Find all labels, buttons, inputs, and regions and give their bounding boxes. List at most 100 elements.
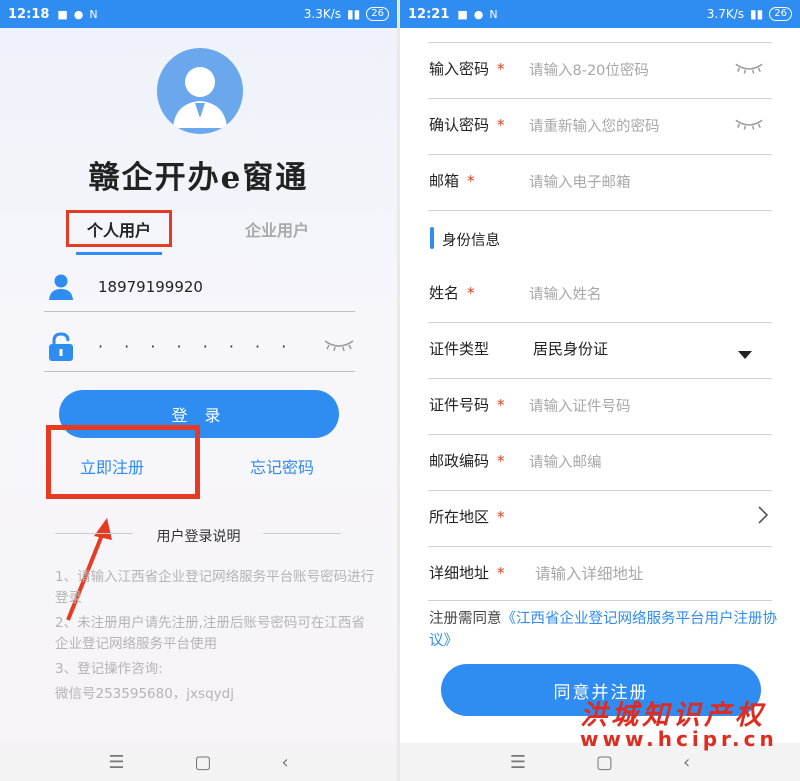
id-type-label: 证件类型 <box>429 340 490 358</box>
system-nav-bar: ☰ ▢ ‹ <box>0 743 397 781</box>
required-mark: * <box>497 452 505 470</box>
n-icon: N <box>489 7 498 21</box>
row-divider <box>428 434 772 435</box>
battery-icon: 26 <box>769 7 792 21</box>
eye-closed-icon[interactable] <box>323 337 355 356</box>
note-2: 2、未注册用户请先注册,注册后账号密码可在江西省企业登记网络服务平台使用 <box>55 615 365 652</box>
status-bar: 12:21 ■ ● N 3.7K/s ▮▮ 26 <box>400 0 800 28</box>
section-divider-right <box>263 533 341 534</box>
password-field[interactable]: · · · · · · · · <box>44 322 355 372</box>
phone-field[interactable]: 18979199920 <box>44 262 355 312</box>
row-divider <box>428 490 772 491</box>
note-3: 3、登记操作咨询: <box>55 661 163 677</box>
menu-icon[interactable]: ☰ <box>510 752 526 773</box>
region-label: 所在地区 * <box>429 506 505 527</box>
back-icon[interactable]: ‹ <box>683 752 690 773</box>
menu-icon[interactable]: ☰ <box>108 752 124 773</box>
eye-closed-icon[interactable] <box>734 60 764 79</box>
tab-personal-user[interactable]: 个人用户 <box>66 210 172 247</box>
password-input[interactable]: 请输入8-20位密码 <box>529 59 649 80</box>
tab-personal-label: 个人用户 <box>86 220 151 240</box>
tab-enterprise-user[interactable]: 企业用户 <box>245 217 309 241</box>
home-icon[interactable]: ▢ <box>596 752 613 773</box>
phone-input[interactable]: 18979199920 <box>98 278 203 296</box>
password-label: 输入密码 * <box>429 58 505 79</box>
row-divider <box>428 42 772 43</box>
n-icon: N <box>89 7 98 21</box>
id-number-input[interactable]: 请输入证件号码 <box>529 395 631 416</box>
network-speed: 3.7K/s <box>706 7 745 21</box>
label-text: 输入密码 <box>429 60 490 78</box>
app-icon: ● <box>73 7 84 21</box>
label-text: 证件号码 <box>429 396 490 414</box>
status-right: 3.7K/s ▮▮ 26 <box>707 7 792 21</box>
battery-icon: 26 <box>366 7 389 21</box>
email-label: 邮箱 * <box>429 170 475 191</box>
note-4: 微信号253595680，jxsqydj <box>55 686 234 702</box>
eye-closed-icon[interactable] <box>734 116 764 135</box>
row-divider <box>428 154 772 155</box>
required-mark: * <box>497 396 505 414</box>
status-right: 3.3K/s ▮▮ 26 <box>304 7 389 21</box>
label-text: 姓名 <box>429 284 460 302</box>
postcode-input[interactable]: 请输入邮编 <box>529 451 602 472</box>
login-instructions: 1、请输入江西省企业登记网络服务平台账号密码进行登录 2、未注册用户请先注册,注… <box>55 567 375 709</box>
user-icon <box>44 270 78 304</box>
lock-icon <box>44 330 78 364</box>
network-speed: 3.3K/s <box>303 7 342 21</box>
row-divider <box>428 210 772 211</box>
dropdown-arrow-icon[interactable] <box>738 344 752 363</box>
login-instructions-title: 用户登录说明 <box>156 529 241 545</box>
password-input[interactable]: · · · · · · · · <box>98 337 294 356</box>
label-text: 确认密码 <box>429 116 490 134</box>
home-icon[interactable]: ▢ <box>194 752 211 773</box>
app-icon: ● <box>473 7 484 21</box>
name-label: 姓名 * <box>429 282 475 303</box>
login-screen: 12:18 ■ ● N 3.3K/s ▮▮ 26 赣企开办e窗通 个人用户 企业… <box>0 0 397 781</box>
row-divider <box>428 98 772 99</box>
signal-icon: ▮▮ <box>347 7 361 21</box>
register-link[interactable]: 立即注册 <box>80 454 144 478</box>
status-bar: 12:18 ■ ● N 3.3K/s ▮▮ 26 <box>0 0 397 28</box>
name-input[interactable]: 请输入姓名 <box>529 283 602 304</box>
active-tab-indicator <box>76 252 162 255</box>
screen-separator <box>397 0 400 781</box>
label-text: 所在地区 <box>429 508 490 526</box>
row-divider <box>428 322 772 323</box>
id-type-select[interactable]: 居民身份证 <box>533 338 608 359</box>
required-mark: * <box>497 60 505 78</box>
chevron-right-icon[interactable] <box>758 506 769 528</box>
watermark-url: www.hcipr.cn <box>580 727 778 751</box>
required-mark: * <box>467 284 475 302</box>
required-mark: * <box>467 172 475 190</box>
notification-icons: ■ ● N <box>57 8 97 21</box>
agreement-prefix: 注册需同意 <box>429 611 502 627</box>
status-time: 12:21 <box>408 6 450 22</box>
row-divider <box>428 378 772 379</box>
id-number-label: 证件号码 * <box>429 394 505 415</box>
agreement-text: 注册需同意《江西省企业登记网络服务平台用户注册协议》 <box>429 608 779 652</box>
status-time: 12:18 <box>8 6 50 22</box>
note-1: 1、请输入江西省企业登记网络服务平台账号密码进行登录 <box>55 569 375 606</box>
confirm-password-label: 确认密码 * <box>429 114 505 135</box>
identity-section-title: 身份信息 <box>442 233 500 249</box>
required-mark: * <box>497 116 505 134</box>
address-label: 详细地址 * <box>429 562 505 583</box>
email-input[interactable]: 请输入电子邮箱 <box>529 171 631 192</box>
section-marker <box>430 227 434 249</box>
signal-icon: ▮▮ <box>750 7 764 21</box>
row-divider <box>428 600 772 601</box>
label-text: 邮箱 <box>429 172 460 190</box>
notification-icons: ■ ● N <box>457 8 497 21</box>
forgot-password-link[interactable]: 忘记密码 <box>250 454 314 478</box>
required-mark: * <box>497 508 505 526</box>
postcode-label: 邮政编码 * <box>429 450 505 471</box>
screens-container: 12:18 ■ ● N 3.3K/s ▮▮ 26 赣企开办e窗通 个人用户 企业… <box>0 0 800 781</box>
label-text: 邮政编码 <box>429 452 490 470</box>
back-icon[interactable]: ‹ <box>281 752 288 773</box>
row-divider <box>428 546 772 547</box>
required-mark: * <box>497 564 505 582</box>
confirm-password-input[interactable]: 请重新输入您的密码 <box>529 115 660 136</box>
user-avatar-icon <box>157 48 243 134</box>
address-input[interactable]: 请输入详细地址 <box>535 562 644 584</box>
